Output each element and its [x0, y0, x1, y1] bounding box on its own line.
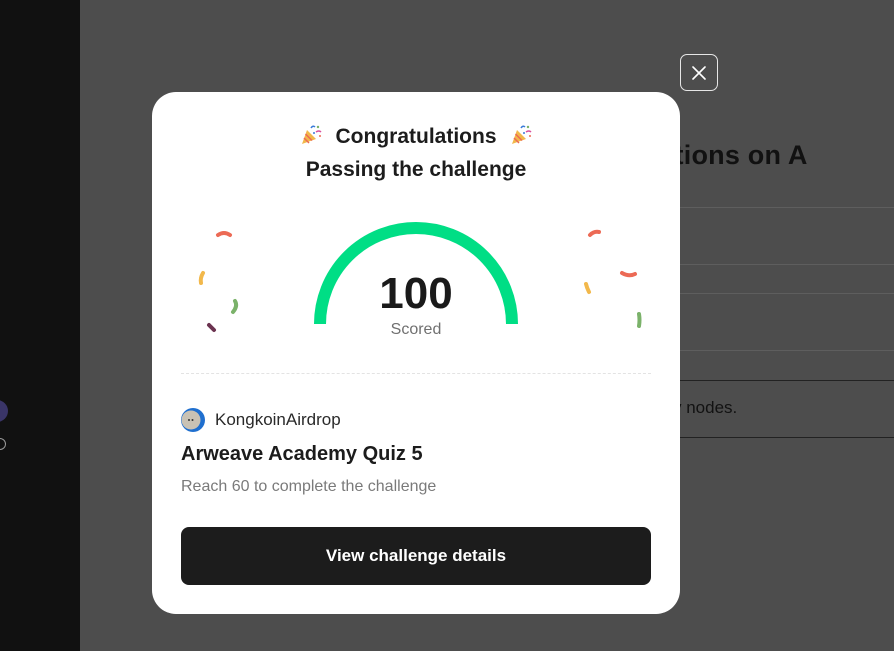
- left-sidebar: [0, 0, 80, 651]
- quiz-title: Arweave Academy Quiz 5: [181, 443, 423, 465]
- party-popper-icon: [301, 125, 322, 144]
- organizer-name: KongkoinAirdrop: [215, 410, 341, 429]
- title-text: Congratulations: [335, 125, 497, 148]
- organizer[interactable]: KongkoinAirdrop: [181, 408, 341, 432]
- confetti-right: [584, 229, 642, 328]
- party-popper-icon: [512, 125, 532, 144]
- sidebar-status-dot: [0, 438, 6, 450]
- congratulations-modal: Congratulations Passing the challenge 10…: [152, 92, 680, 614]
- view-challenge-details-button[interactable]: View challenge details: [181, 527, 651, 585]
- close-button[interactable]: [680, 54, 718, 91]
- score-label: Scored: [390, 321, 442, 338]
- quiz-description: Reach 60 to complete the challenge: [181, 478, 437, 495]
- modal-title: Congratulations: [152, 124, 680, 149]
- close-icon: [692, 65, 706, 80]
- sidebar-avatar: [0, 400, 8, 422]
- background-text: y nodes.: [673, 398, 738, 417]
- divider: [181, 373, 651, 374]
- modal-subtitle: Passing the challenge: [305, 158, 527, 181]
- organizer-avatar-icon: [181, 408, 205, 432]
- score-value: 100: [379, 269, 453, 318]
- confetti-left: [198, 231, 239, 332]
